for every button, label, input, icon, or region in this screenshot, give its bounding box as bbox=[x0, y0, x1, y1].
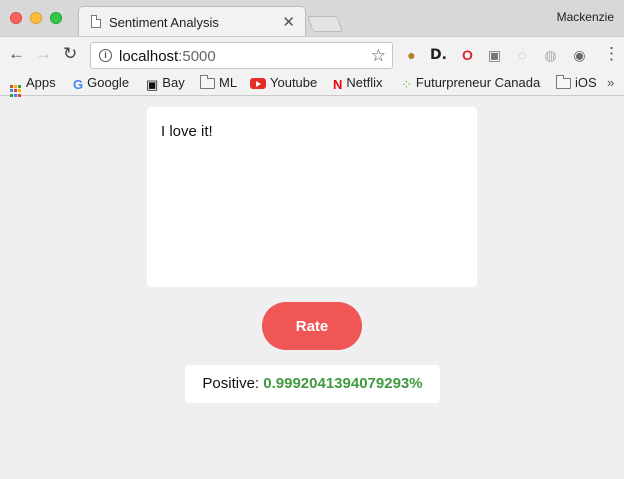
result-score: 0.9992041394079293% bbox=[263, 375, 423, 392]
bookmark-label: Google bbox=[87, 75, 130, 90]
sentiment-text-box: I love it! bbox=[147, 107, 477, 287]
folder-icon bbox=[556, 75, 571, 89]
window-minimize-button[interactable] bbox=[30, 12, 42, 24]
window-close-button[interactable] bbox=[10, 12, 22, 24]
futurpreneur-icon: ⁘ bbox=[401, 77, 412, 92]
url-text: localhost:5000 bbox=[119, 48, 216, 65]
bookmark-label: Bay bbox=[162, 75, 185, 90]
result-label: Positive: bbox=[202, 375, 260, 392]
bookmark-label: ML bbox=[219, 75, 238, 90]
d-extension-icon[interactable]: D. bbox=[430, 47, 447, 64]
back-arrow-icon[interactable]: ← bbox=[8, 45, 25, 63]
netflix-icon: N bbox=[333, 77, 343, 92]
forward-arrow-icon[interactable]: → bbox=[35, 45, 52, 63]
bay-icon: ▣ bbox=[146, 77, 159, 92]
browser-tab-bar: Sentiment Analysis ✕ Mackenzie bbox=[0, 0, 624, 37]
profile-name[interactable]: Mackenzie bbox=[557, 10, 614, 24]
bookmark-label: Apps bbox=[26, 75, 56, 90]
grid-extension-icon[interactable]: ▣ bbox=[486, 47, 503, 64]
tab-title: Sentiment Analysis bbox=[109, 15, 219, 30]
window-maximize-button[interactable] bbox=[50, 12, 62, 24]
bookmark-bay[interactable]: ▣ Bay bbox=[146, 75, 185, 93]
bookmark-apps[interactable]: Apps bbox=[10, 75, 56, 97]
bookmark-label: iOS bbox=[575, 75, 597, 90]
bookmark-ios[interactable]: iOS bbox=[556, 75, 597, 90]
youtube-icon bbox=[250, 78, 266, 89]
document-icon bbox=[91, 15, 101, 28]
opera-extension-icon[interactable]: O bbox=[459, 47, 476, 64]
url-port: :5000 bbox=[178, 48, 216, 65]
new-tab-button[interactable] bbox=[307, 16, 343, 32]
bookmark-star-icon[interactable]: ☆ bbox=[371, 46, 386, 66]
bookmarks-overflow-button[interactable]: » bbox=[607, 75, 614, 90]
folder-icon bbox=[200, 75, 215, 89]
sentiment-result: Positive: 0.9992041394079293% bbox=[185, 365, 440, 403]
bookmark-label: Youtube bbox=[270, 75, 318, 90]
cookie-extension-icon[interactable]: ● bbox=[403, 47, 420, 64]
sentiment-input[interactable]: I love it! bbox=[147, 107, 477, 287]
bookmark-label: Futurpreneur Canada bbox=[415, 75, 541, 90]
info-icon[interactable]: i bbox=[99, 49, 112, 62]
browser-toolbar: ← → ↻ i localhost:5000 ☆ ● D. O ▣ ◌ ◍ ◉ … bbox=[0, 36, 624, 72]
tab-sentiment-analysis[interactable]: Sentiment Analysis ✕ bbox=[78, 6, 306, 37]
bookmark-ml[interactable]: ML bbox=[200, 75, 237, 90]
rate-button[interactable]: Rate bbox=[262, 302, 362, 350]
bookmark-netflix[interactable]: N Netflix bbox=[333, 75, 383, 92]
bookmark-google[interactable]: G Google bbox=[73, 75, 129, 92]
bookmark-futurpreneur[interactable]: ⁘ Futurpreneur Canada bbox=[401, 75, 540, 93]
reload-icon[interactable]: ↻ bbox=[63, 45, 77, 63]
google-icon: G bbox=[73, 77, 84, 92]
address-bar[interactable]: i localhost:5000 ☆ bbox=[90, 42, 393, 69]
ghost-extension-icon[interactable]: ◍ bbox=[542, 47, 559, 64]
bookmark-label: Netflix bbox=[346, 75, 383, 90]
bookmarks-bar: Apps G Google ▣ Bay ML Youtube N Netflix ⁘ F… bbox=[0, 72, 624, 97]
browser-menu-icon[interactable]: ⋮ bbox=[603, 45, 620, 63]
compass-extension-icon[interactable]: ◉ bbox=[571, 47, 588, 64]
bookmark-youtube[interactable]: Youtube bbox=[250, 75, 317, 90]
code-extension-icon[interactable]: ◌ bbox=[514, 47, 531, 64]
url-host: localhost bbox=[119, 48, 179, 65]
tab-close-icon[interactable]: ✕ bbox=[282, 13, 295, 31]
apps-grid-icon bbox=[10, 85, 22, 97]
